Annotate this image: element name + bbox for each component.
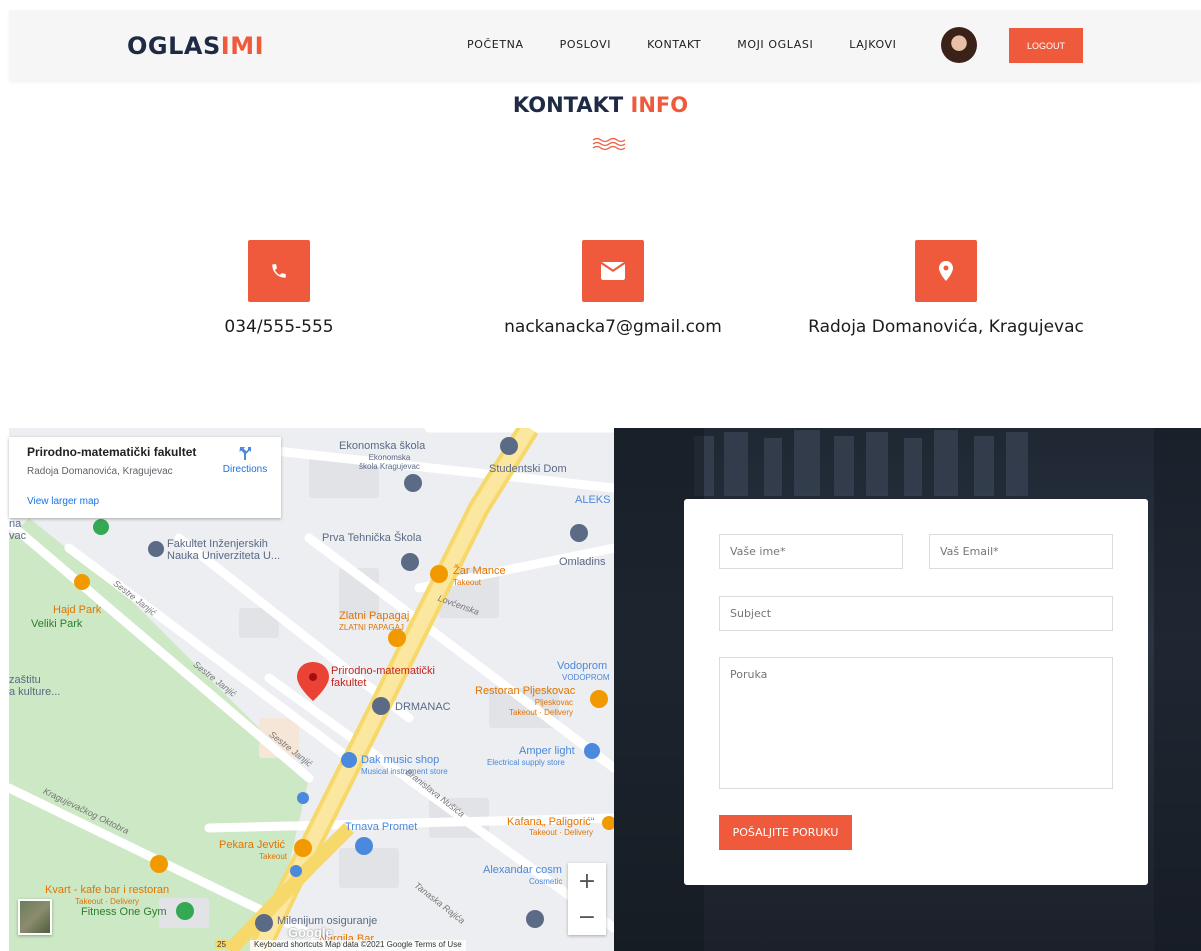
map-label-kafana: Kafana„ Paligorić“ — [507, 816, 595, 828]
map-label-road-25: 25 — [215, 940, 228, 949]
map-label-fitness: Fitness One Gym — [81, 906, 167, 918]
contact-email[interactable]: nackanacka7@gmail.com — [453, 317, 773, 337]
map-label-vodoprom: Vodoprom — [557, 660, 608, 672]
contact-phone: 034/555-555 — [224, 317, 334, 337]
map-label-kvart: Kvart - kafe bar i restoran — [45, 884, 170, 896]
nav-pocetna[interactable]: POČETNA — [467, 38, 524, 51]
nav-kontakt[interactable]: KONTAKT — [647, 38, 701, 51]
wave-divider-icon — [592, 137, 626, 151]
map-label-fakultet-inz: Fakultet Inženjerskih Nauka Univerziteta… — [167, 538, 281, 562]
map-place-address: Radoja Domanovića, Kragujevac — [27, 466, 173, 477]
map-label-zlatni-papagaj-sub: ZLATNI PAPAGAJ — [339, 623, 404, 632]
map-label-zar-mance: Žar Mance — [453, 565, 506, 577]
map-zoom-control: + − — [568, 863, 606, 935]
nav-poslovi[interactable]: POSLOVI — [560, 38, 611, 51]
map-label-studentski: Studentski Dom — [489, 463, 567, 475]
map-footer[interactable]: Keyboard shortcuts Map data ©2021 Google… — [250, 940, 466, 951]
map-label-dak-music: Dak music shop — [361, 754, 440, 766]
map-label-amper: Amper light — [519, 745, 575, 757]
user-avatar[interactable] — [941, 27, 977, 63]
zoom-out-button[interactable]: − — [568, 899, 606, 935]
map-place-card: Prirodno-matematički fakultet Radoja Dom… — [9, 437, 281, 518]
phone-card — [248, 240, 310, 302]
email-card — [582, 240, 644, 302]
map-label-prva-tehnicka: Prva Tehnička Škola — [322, 532, 422, 544]
map-label-alexandar-sub: Cosmetic — [529, 877, 563, 886]
nav-lajkovi[interactable]: LAJKOVI — [849, 38, 896, 51]
name-input[interactable] — [719, 534, 903, 569]
title-main: KONTAKT — [512, 93, 624, 117]
map-label-vodoprom-sub: VODOPROM — [562, 673, 610, 682]
map-label-kafana-sub: Takeout · Delivery — [529, 828, 594, 837]
envelope-icon — [601, 262, 625, 280]
directions-icon — [239, 447, 251, 460]
logout-button[interactable]: LOGOUT — [1009, 28, 1083, 63]
map-label-ekonomska-sub: Ekonomska škola Kragujevac — [359, 453, 420, 471]
map-label-omladinsko: Omladins — [559, 556, 606, 568]
map-label-aleks: ALEKS — [575, 494, 611, 506]
logo-accent: IMI — [220, 32, 265, 60]
map-label-pekara: Pekara Jevtić — [219, 839, 286, 851]
email-input[interactable] — [929, 534, 1113, 569]
directions-button[interactable]: Directions — [217, 445, 273, 475]
map-label-zar-mance-sub: Takeout — [453, 578, 482, 587]
address-card — [915, 240, 977, 302]
map-label-hajd-park: Hajd Park — [53, 604, 102, 616]
map-pin-icon — [939, 261, 953, 281]
page-title: KONTAKT INFO — [0, 93, 1201, 117]
map-place-title: Prirodno-matematički fakultet — [27, 445, 197, 459]
map-label-restoran: Restoran Pljeskovac — [475, 685, 576, 697]
message-textarea[interactable] — [719, 657, 1113, 789]
map-label-restoran-sub: Pljeskovac Takeout · Delivery — [509, 698, 574, 717]
main-nav: POČETNA POSLOVI KONTAKT MOJI OGLASI LAJK… — [467, 38, 933, 51]
map-label-drmanac: DRMANAC — [395, 701, 451, 713]
zoom-in-button[interactable]: + — [568, 863, 606, 899]
send-message-button[interactable]: POŠALJITE PORUKU — [719, 815, 852, 850]
top-navbar: OGLASIMI POČETNA POSLOVI KONTAKT MOJI OG… — [9, 10, 1201, 80]
directions-label: Directions — [222, 464, 268, 475]
title-accent: INFO — [630, 93, 689, 117]
subject-input[interactable] — [719, 596, 1113, 631]
map-label-pmf: Prirodno-matematički fakultet — [331, 665, 435, 689]
map-label-trnava: Trnava Promet — [345, 821, 418, 833]
nav-moji-oglasi[interactable]: MOJI OGLASI — [737, 38, 813, 51]
map-satellite-toggle[interactable] — [18, 899, 52, 935]
map-label-veliki-park: Veliki Park — [31, 618, 83, 630]
google-logo: Google — [288, 925, 333, 940]
phone-icon — [272, 264, 286, 278]
map-label-na-vac: na vac — [9, 518, 27, 542]
map-label-pekara-sub: Takeout — [259, 852, 288, 861]
map-label-amper-sub: Electrical supply store — [487, 758, 565, 767]
logo-main: OGLAS — [127, 32, 221, 60]
map-label-zlatni-papagaj: Zlatni Papagaj — [339, 610, 410, 622]
map-label-ekonomska: Ekonomska škola — [339, 440, 426, 452]
map-label-kvart-sub: Takeout · Delivery — [75, 897, 140, 906]
contact-address: Radoja Domanovića, Kragujevac — [808, 317, 1084, 337]
view-larger-map-link[interactable]: View larger map — [27, 496, 99, 507]
map-label-zastitu: zaštitu a kulture... — [9, 674, 61, 698]
map-label-alexandar: Alexandar cosm — [483, 864, 562, 876]
site-logo[interactable]: OGLASIMI — [127, 32, 264, 60]
